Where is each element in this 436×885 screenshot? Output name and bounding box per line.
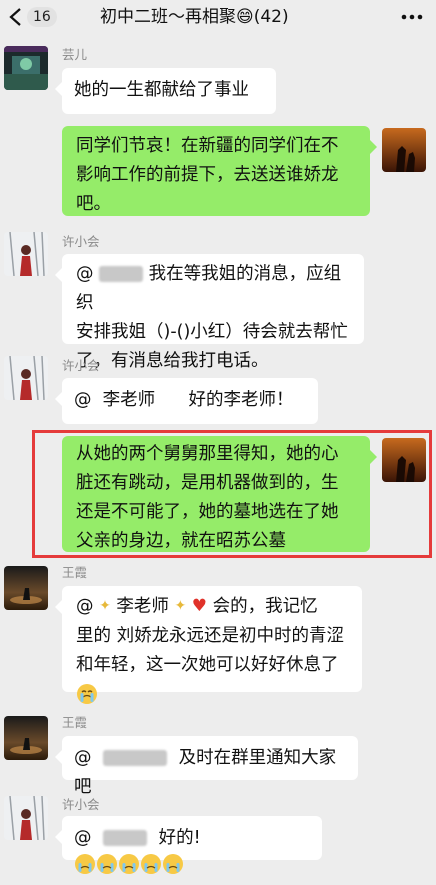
message-bubble-self[interactable]: 从她的两个舅舅那里得知，她的心 脏还有跳动，是用机器做到的，生 还是不可能了，她… <box>62 436 377 552</box>
avatar-wangxia[interactable] <box>4 716 48 760</box>
message-line: 里的 刘娇龙永远还是初中时的青涩 <box>76 625 345 646</box>
blurred-name <box>103 750 168 766</box>
message-line: 吧。 <box>76 194 111 214</box>
message-text: 好的! <box>158 828 201 848</box>
message-bubble-self[interactable]: 同学们节哀！在新疆的同学们在不 影响工作的前提下，去送送谁娇龙 吧。 <box>62 126 377 216</box>
message-line: 还是不可能了，她的墓地选在了她 <box>76 502 339 522</box>
more-options-icon[interactable] <box>398 8 426 26</box>
message-line: 了，有消息给我打电话。 <box>76 351 269 371</box>
message-bubble[interactable]: @ 好的! <box>55 816 322 874</box>
message-bubble[interactable]: @ 及时在群里通知大家吧 <box>55 736 358 797</box>
blurred-name <box>103 830 148 846</box>
avatar-xuxiaohui[interactable] <box>4 356 48 400</box>
chat-header: 16 初中二班～再相聚😄(42) <box>0 0 436 34</box>
sparkles-icon: ✦ <box>99 598 111 614</box>
avatar-self[interactable] <box>382 438 426 482</box>
sender-name: 王霞 <box>62 715 88 730</box>
avatar-xuxiaohui[interactable] <box>4 232 48 276</box>
mention-at: @ <box>76 264 94 284</box>
unread-count-badge[interactable]: 16 <box>27 7 57 27</box>
message-text: 她的一生都献给了事业 <box>74 80 249 100</box>
blurred-name <box>99 266 144 282</box>
sparkles-icon: ✦ <box>174 598 187 614</box>
message-text: 会的，我记忆 <box>212 596 318 617</box>
message-bubble[interactable]: 她的一生都献给了事业 <box>55 68 276 114</box>
sender-name: 王霞 <box>62 565 88 580</box>
mention-at: @ <box>74 828 92 848</box>
avatar-xuxiaohui[interactable] <box>4 796 48 840</box>
avatar-yuner[interactable] <box>4 46 48 90</box>
message-line: 同学们节哀！在新疆的同学们在不 <box>76 136 339 156</box>
back-arrow-icon[interactable] <box>6 6 26 28</box>
message-text: @ 李老师 好的李老师！ <box>74 390 294 410</box>
sender-name: 许小会 <box>62 358 100 373</box>
avatar-self[interactable] <box>382 128 426 172</box>
message-bubble[interactable]: @ 我在等我姐的消息，应组织 安排我姐（)-()小红）待会就去帮忙 了，有消息给… <box>55 254 364 371</box>
message-line: 和年轻，这一次她可以好好休息了 <box>76 654 339 675</box>
message-bubble[interactable]: @ 李老师 好的李老师！ <box>55 378 318 424</box>
sender-name: 许小会 <box>62 234 100 249</box>
mention-at: @ <box>76 596 94 617</box>
message-bubble[interactable]: @ ✦ 李老师 ✦ ♥ 会的，我记忆 里的 刘娇龙永远还是初中时的青涩 和年轻，… <box>55 586 362 704</box>
sender-name: 许小会 <box>62 797 100 812</box>
heart-icon: ♥ <box>191 596 208 616</box>
group-title: 初中二班～再相聚😄(42) <box>100 7 289 27</box>
message-text: 李老师 <box>116 596 169 617</box>
crying-face-icon <box>77 683 97 704</box>
message-line: 从她的两个舅舅那里得知，她的心 <box>76 444 339 464</box>
message-line: 安排我姐（)-()小红）待会就去帮忙 <box>76 322 348 342</box>
message-line: 影响工作的前提下，去送送谁娇龙 <box>76 165 339 185</box>
message-line: 脏还有跳动，是用机器做到的，生 <box>76 473 339 493</box>
sender-name: 芸儿 <box>62 47 88 62</box>
crying-faces-icon <box>74 853 186 885</box>
avatar-wangxia[interactable] <box>4 566 48 610</box>
mention-at: @ <box>74 748 92 768</box>
message-line: 父亲的身边，就在昭苏公墓 <box>76 531 286 551</box>
